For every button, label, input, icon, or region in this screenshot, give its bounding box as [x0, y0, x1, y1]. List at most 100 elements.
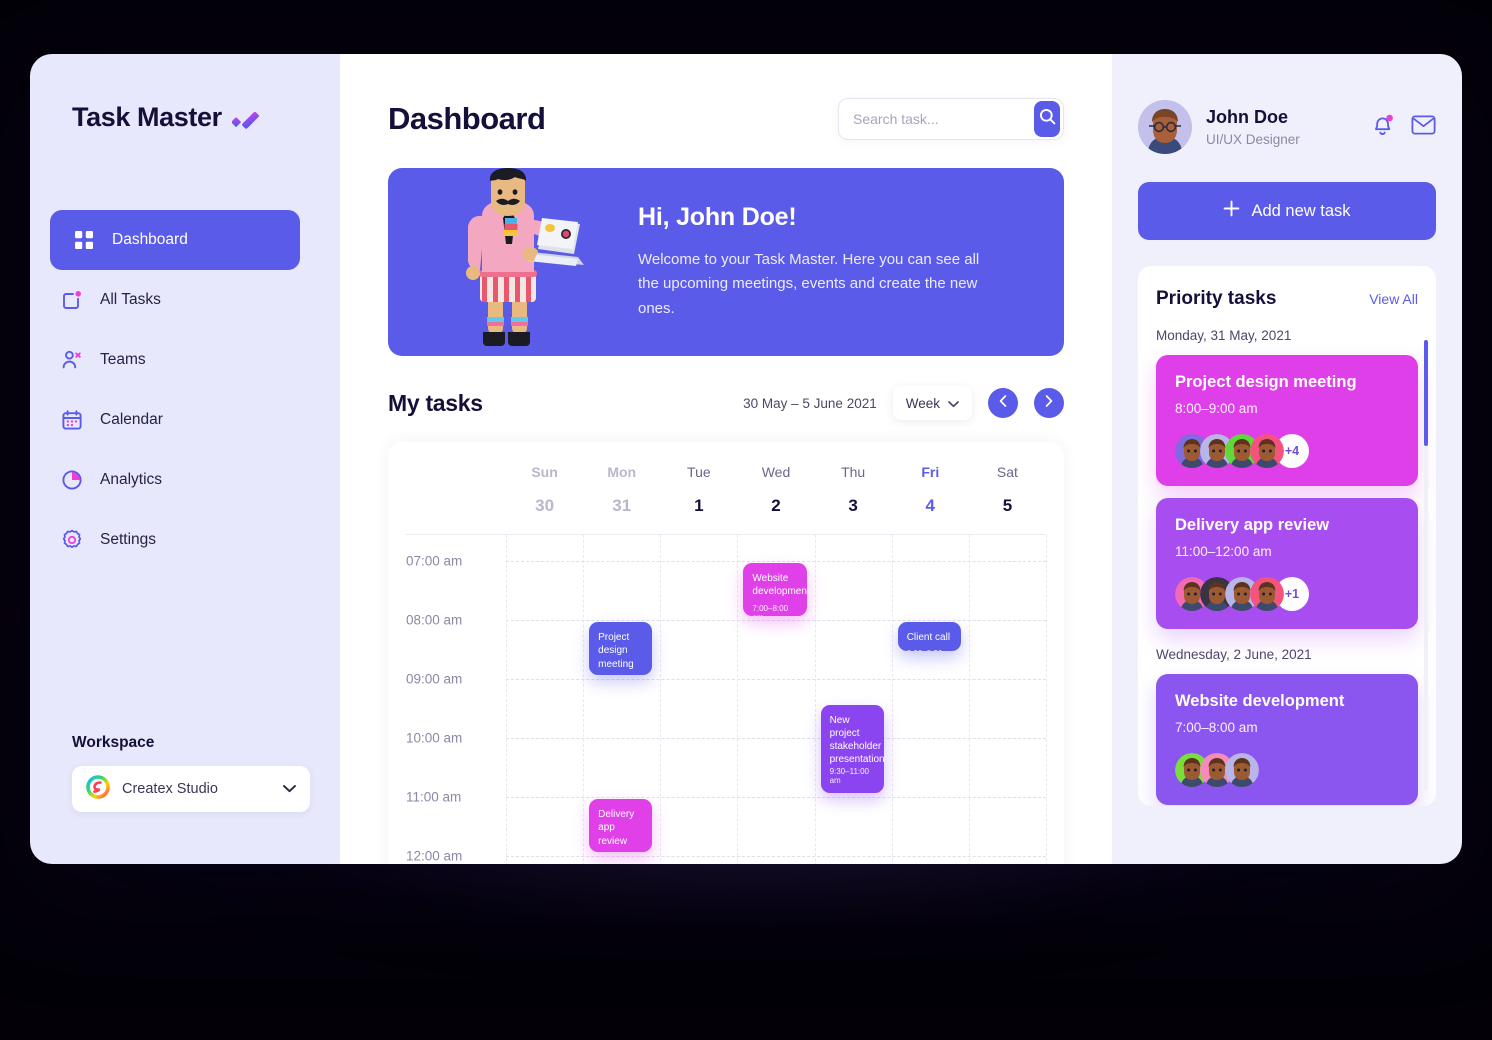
priority-task-avatars: +1 [1175, 577, 1399, 611]
calendar-event-title: Client call [906, 632, 951, 643]
calendar-event[interactable]: Client call 8:00–8:30 am [897, 622, 961, 652]
calendar-event-title: New project stakeholder presentation [829, 714, 884, 766]
calendar-day-number: 2 [771, 496, 781, 515]
calendar-day-header[interactable]: Mon 31 [583, 464, 660, 516]
brand-logo[interactable]: Task Master [30, 54, 340, 133]
calendar-column-divider [1046, 535, 1047, 864]
calendar-column-divider [814, 535, 816, 864]
calendar-day-number: 1 [694, 496, 704, 515]
workspace-section: Workspace Createx Studio [72, 734, 310, 812]
calendar-column-divider [968, 535, 970, 864]
priority-tasks-list: Monday, 31 May, 2021 Project design meeti… [1156, 328, 1418, 805]
workspace-label: Workspace [72, 734, 155, 751]
avatar[interactable] [1138, 100, 1192, 154]
priority-tasks-title: Priority tasks [1156, 288, 1277, 309]
workspace-selector[interactable]: Createx Studio [72, 766, 310, 812]
calendar-day-header[interactable]: Sun 30 [506, 464, 583, 516]
pie-chart-icon [60, 468, 84, 492]
search-button[interactable] [1034, 101, 1060, 137]
calendar-day-header[interactable]: Thu 3 [815, 464, 892, 516]
plus-icon [1223, 200, 1240, 222]
calendar-day-header[interactable]: Tue 1 [660, 464, 737, 516]
profile-name: John Doe [1206, 107, 1289, 127]
prev-week-button[interactable] [988, 388, 1018, 418]
my-tasks-header: My tasks 30 May – 5 June 2021 Week [388, 386, 1064, 420]
my-tasks-controls: 30 May – 5 June 2021 Week [743, 386, 1064, 420]
calendar-day-header[interactable]: Sat 5 [969, 464, 1046, 516]
profile-text: John Doe UI/UX Designer [1206, 107, 1300, 147]
right-panel: John Doe UI/UX Designer Add new task Pri… [1112, 54, 1462, 864]
sidebar-item-teams[interactable]: Teams [30, 330, 320, 390]
chevron-left-icon [999, 394, 1007, 412]
sidebar-item-label: Dashboard [112, 231, 188, 248]
app-root: Task Master Dashboard All Tasks Teams Ca… [0, 0, 1492, 1040]
calendar-column-divider [506, 535, 507, 864]
calendar-event[interactable]: Project design meeting8:00–9:00 am [589, 622, 653, 675]
my-tasks-title: My tasks [388, 389, 483, 416]
add-new-task-label: Add new task [1251, 201, 1351, 220]
calendar-time-label: 10:00 am [406, 730, 463, 746]
sidebar-item-all-tasks[interactable]: All Tasks [30, 270, 320, 330]
priority-task-card[interactable]: Website development 7:00–8:00 am [1156, 674, 1418, 805]
calendar-event-title: Delivery app review [598, 809, 635, 847]
profile-actions [1371, 113, 1436, 142]
priority-task-title: Project design meeting [1175, 373, 1357, 391]
calendar-event-title: Website development [752, 573, 807, 598]
calendar-event-time: 7:00–8:00 am [752, 603, 789, 616]
mail-icon[interactable] [1411, 114, 1436, 140]
calendar-event[interactable]: New project stakeholder presentation 9:30… [820, 704, 884, 793]
sidebar-item-label: Analytics [100, 471, 163, 488]
sidebar: Task Master Dashboard All Tasks Teams Ca… [30, 54, 340, 864]
calendar-day-header[interactable]: Fri 4 [892, 464, 969, 516]
sidebar-item-label: Teams [100, 351, 146, 368]
calendar-day-name: Sat [996, 464, 1018, 480]
priority-group-date: Monday, 31 May, 2021 [1156, 328, 1292, 343]
avatar [1250, 434, 1284, 468]
priority-task-card[interactable]: Project design meeting 8:00–9:00 am +4 [1156, 355, 1418, 486]
calendar-day-number: 30 [535, 496, 555, 515]
createx-logo-icon [86, 774, 110, 804]
calendar-gridline [506, 797, 1046, 798]
calendar-gridline [506, 620, 1046, 621]
sidebar-item-label: Calendar [100, 411, 163, 428]
scrollbar-thumb[interactable] [1424, 340, 1428, 446]
tasks-icon [60, 288, 84, 312]
sidebar-nav: Dashboard All Tasks Teams Calendar Analy… [30, 210, 340, 570]
add-new-task-button[interactable]: Add new task [1138, 182, 1436, 240]
chevron-down-icon [948, 396, 959, 411]
profile-role: UI/UX Designer [1206, 132, 1300, 147]
priority-task-time: 11:00–12:00 am [1175, 544, 1272, 559]
sidebar-item-calendar[interactable]: Calendar [30, 390, 320, 450]
check-gradient-icon [231, 106, 262, 130]
next-week-button[interactable] [1034, 388, 1064, 418]
calendar-day-name: Tue [687, 464, 711, 480]
calendar-event[interactable]: Website development 7:00–8:00 am [743, 563, 807, 616]
calendar-event-time: 9:30–11:00 am [829, 766, 870, 785]
calendar-time-label: 12:00 am [406, 848, 463, 864]
calendar-event[interactable]: Delivery app review11:00–12:00 am [589, 799, 653, 852]
calendar-column-divider [891, 535, 893, 864]
priority-task-time: 7:00–8:00 am [1175, 720, 1258, 735]
sidebar-item-settings[interactable]: Settings [30, 510, 320, 570]
sidebar-item-label: All Tasks [100, 291, 161, 308]
calendar-column-divider [660, 535, 662, 864]
sidebar-item-dashboard[interactable]: Dashboard [50, 210, 300, 270]
calendar-day-name: Sun [531, 464, 558, 480]
search-input[interactable] [853, 111, 1034, 127]
view-all-link[interactable]: View All [1369, 291, 1418, 307]
people-icon [60, 348, 84, 372]
priority-task-avatars [1175, 753, 1399, 787]
calendar-event-title: Project design meeting [598, 632, 634, 670]
calendar-day-header[interactable]: Wed 2 [737, 464, 814, 516]
view-mode-select[interactable]: Week [892, 386, 972, 420]
calendar-time-label: 07:00 am [406, 553, 463, 569]
notification-bell-icon[interactable] [1371, 113, 1394, 142]
calendar-day-number: 5 [1002, 496, 1013, 515]
priority-task-card[interactable]: Delivery app review 11:00–12:00 am +1 [1156, 498, 1418, 629]
calendar-gridline [506, 856, 1046, 857]
priority-task-title: Website development [1175, 692, 1345, 710]
calendar-day-number: 3 [848, 496, 858, 515]
calendar-day-name: Mon [607, 464, 637, 480]
gear-icon [60, 528, 84, 552]
sidebar-item-analytics[interactable]: Analytics [30, 450, 320, 510]
